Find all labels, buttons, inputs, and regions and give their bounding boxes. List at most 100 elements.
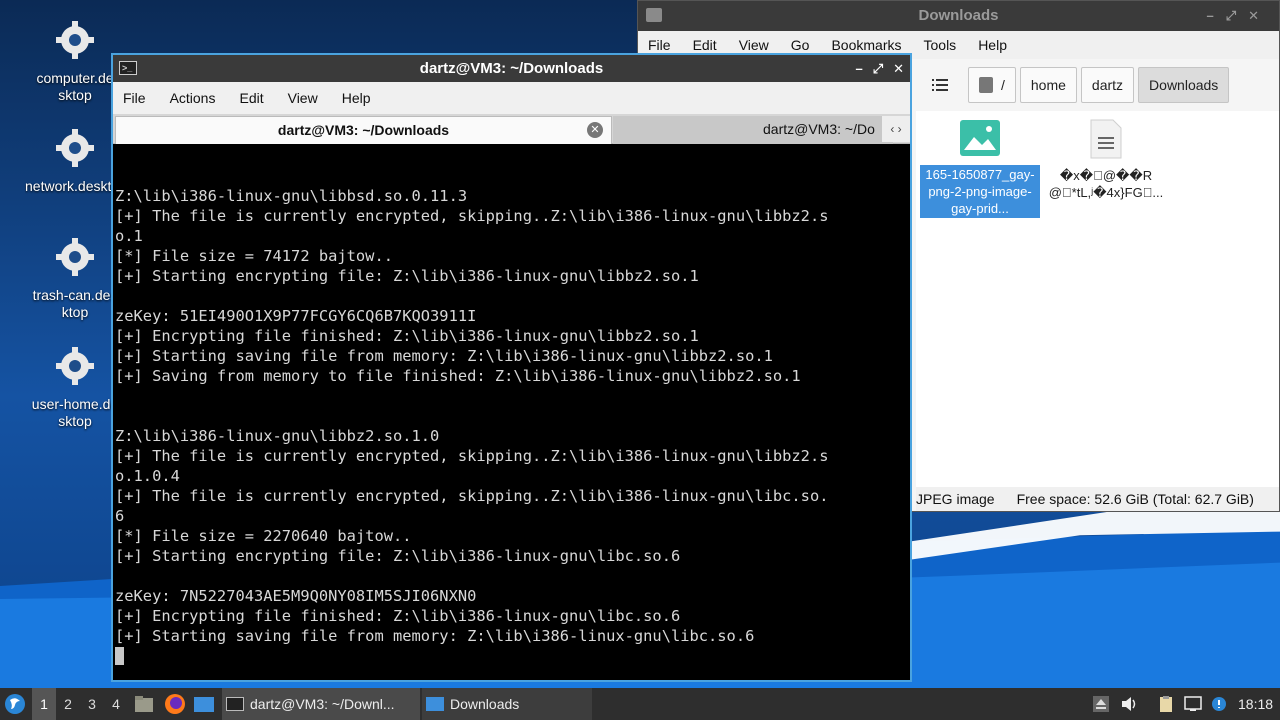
path-root[interactable]: /: [968, 67, 1016, 103]
close-icon[interactable]: ✕: [893, 55, 904, 82]
folder-launcher-icon[interactable]: [193, 694, 215, 714]
menu-go[interactable]: Go: [791, 37, 810, 53]
task-label: dartz@VM3: ~/Downl...: [250, 696, 395, 712]
terminal-line: [+] The file is currently encrypted, ski…: [115, 487, 829, 505]
tab-label: dartz@VM3: ~/Downloads: [277, 122, 450, 138]
file-item[interactable]: 165-1650877_gay-png-2-png-image-gay-prid…: [920, 119, 1040, 218]
menu-view[interactable]: View: [288, 90, 318, 106]
path-dartz[interactable]: dartz: [1080, 67, 1135, 103]
tab-label: dartz@VM3: ~/Do: [763, 121, 875, 137]
task-file-manager[interactable]: Downloads: [422, 688, 592, 720]
menu-view[interactable]: View: [739, 37, 769, 53]
desktop-icon-label: trash-can.desktop: [32, 287, 118, 320]
volume-icon[interactable]: [1120, 696, 1138, 712]
desktop-icon-label: network.desktop: [25, 178, 125, 194]
menu-actions[interactable]: Actions: [170, 90, 216, 106]
workspace-1[interactable]: 1: [32, 688, 56, 720]
workspace-2[interactable]: 2: [56, 688, 80, 720]
window-controls: – ⤢ ✕: [855, 55, 904, 82]
terminal-line: [+] Encrypting file finished: Z:\lib\i38…: [115, 607, 681, 625]
taskbar: 1 2 3 4 dartz@VM3: ~/Downl... Downloads …: [0, 688, 1280, 720]
terminal-window[interactable]: >_ dartz@VM3: ~/Downloads – ⤢ ✕ File Act…: [111, 53, 912, 682]
status-type: JPEG image: [916, 491, 995, 507]
terminal-prompt-line: [115, 646, 908, 666]
terminal-line: [*] File size = 74172 bajtow..: [115, 247, 393, 265]
menu-file[interactable]: File: [123, 90, 146, 106]
terminal-line: [+] Saving from memory to file finished:…: [115, 367, 801, 385]
desktop-icon-label: computer.desktop: [36, 70, 114, 103]
desktop-icon-label: user-home.desktop: [31, 396, 119, 429]
terminal-output[interactable]: Z:\lib\i386-linux-gnu\libbsd.so.0.11.3 [+…: [113, 146, 910, 680]
terminal-line: Z:\lib\i386-linux-gnu\libbz2.so.1.0: [115, 427, 440, 445]
task-label: Downloads: [450, 696, 520, 712]
file-item[interactable]: �x�􏿽@��R@􏿽*tL,ʲ�4x}FG􏿽...: [1046, 119, 1166, 201]
folder-icon: [646, 8, 662, 22]
terminal-line: [+] Starting saving file from memory: Z:…: [115, 627, 755, 645]
workspace-3[interactable]: 3: [80, 688, 104, 720]
drive-icon: [979, 77, 993, 93]
terminal-titlebar[interactable]: >_ dartz@VM3: ~/Downloads – ⤢ ✕: [113, 55, 910, 82]
start-menu-icon[interactable]: [4, 693, 26, 715]
terminal-line: [*] File size = 2270640 bajtow..: [115, 527, 412, 545]
update-notifier-icon[interactable]: [1210, 696, 1228, 712]
gear-icon: [56, 21, 94, 59]
menu-tools[interactable]: Tools: [924, 37, 957, 53]
menu-help[interactable]: Help: [978, 37, 1007, 53]
window-title: Downloads: [918, 7, 999, 24]
clock[interactable]: 18:18: [1238, 688, 1278, 720]
tab-scroll-arrows-icon[interactable]: ‹ ›: [882, 116, 910, 142]
network-icon[interactable]: [1184, 696, 1202, 712]
folder-icon: [426, 697, 444, 711]
terminal-icon: >_: [119, 61, 137, 75]
workspace-4[interactable]: 4: [104, 688, 128, 720]
file-manager-launcher-icon[interactable]: [134, 694, 154, 714]
status-free-space: Free space: 52.6 GiB (Total: 62.7 GiB): [1016, 491, 1254, 507]
gear-icon: [56, 347, 94, 385]
window-controls[interactable]: –⤢✕: [1206, 1, 1271, 31]
file-list[interactable]: 165-1650877_gay-png-2-png-image-gay-prid…: [916, 111, 1279, 487]
terminal-line: Z:\lib\i386-linux-gnu\libbsd.so.0.11.3: [115, 187, 468, 205]
task-terminal[interactable]: dartz@VM3: ~/Downl...: [222, 688, 420, 720]
menu-file[interactable]: File: [648, 37, 671, 53]
terminal-line: [+] Starting encrypting file: Z:\lib\i38…: [115, 267, 699, 285]
path-downloads[interactable]: Downloads: [1138, 67, 1230, 103]
eject-icon[interactable]: [1092, 696, 1110, 712]
terminal-line: zeKey: 7N5227043AE5M9Q0NY08IM5SJI06NXN0: [115, 587, 477, 605]
terminal-menubar: File Actions Edit View Help: [113, 82, 910, 114]
terminal-tabbar: dartz@VM3: ~/Downloads ✕ dartz@VM3: ~/Do…: [113, 114, 910, 144]
tab-inactive[interactable]: dartz@VM3: ~/Do: [613, 116, 893, 144]
minimize-icon[interactable]: –: [855, 55, 862, 82]
menu-bookmarks[interactable]: Bookmarks: [831, 37, 901, 53]
terminal-line: [+] Starting saving file from memory: Z:…: [115, 347, 773, 365]
path-bar: / home dartz Downloads: [968, 67, 1230, 103]
terminal-line: [+] The file is currently encrypted, ski…: [115, 207, 829, 225]
path-home[interactable]: home: [1019, 67, 1077, 103]
terminal-line: [+] The file is currently encrypted, ski…: [115, 447, 829, 465]
terminal-line: [+] Encrypting file finished: Z:\lib\i38…: [115, 327, 699, 345]
terminal-line: 6: [115, 507, 125, 525]
file-manager-titlebar[interactable]: Downloads –⤢✕: [638, 1, 1279, 31]
gear-icon: [56, 129, 94, 167]
close-tab-icon[interactable]: ✕: [587, 122, 603, 138]
terminal-line: o.1: [115, 227, 143, 245]
menu-help[interactable]: Help: [342, 90, 371, 106]
terminal-cursor: [115, 647, 124, 665]
menu-edit[interactable]: Edit: [693, 37, 717, 53]
tab-active[interactable]: dartz@VM3: ~/Downloads ✕: [115, 116, 612, 144]
list-view-icon[interactable]: [932, 78, 948, 92]
file-name: �x�􏿽@��R@􏿽*tL,ʲ�4x}FG􏿽...: [1048, 168, 1164, 200]
status-bar: JPEG image Free space: 52.6 GiB (Total: …: [916, 487, 1279, 511]
gear-icon: [56, 238, 94, 276]
image-file-icon: [960, 120, 1000, 156]
menu-edit[interactable]: Edit: [239, 90, 263, 106]
firefox-icon[interactable]: [164, 693, 186, 715]
window-title: dartz@VM3: ~/Downloads: [419, 60, 604, 77]
clipboard-icon[interactable]: [1157, 696, 1175, 712]
maximize-icon[interactable]: ⤢: [873, 55, 883, 82]
